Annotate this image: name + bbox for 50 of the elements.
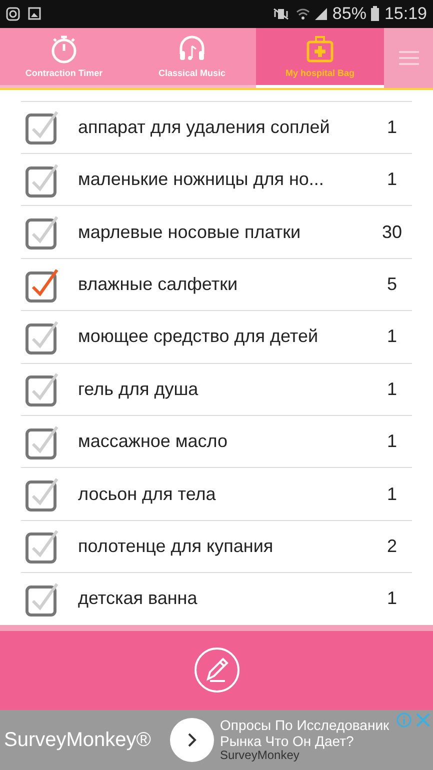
edit-button[interactable]	[194, 647, 240, 694]
item-name: лосьон для тела	[78, 484, 217, 505]
checkbox[interactable]	[25, 528, 61, 564]
stopwatch-icon	[50, 34, 78, 64]
item-quantity: 1	[386, 431, 398, 452]
checkbox[interactable]	[25, 162, 61, 198]
menu-icon	[398, 50, 418, 65]
item-quantity: 30	[380, 222, 404, 243]
checkbox[interactable]	[25, 214, 61, 250]
first-aid-kit-icon	[306, 34, 334, 64]
battery-icon	[371, 6, 380, 22]
item-name: марлевые носовые платки	[78, 222, 302, 243]
battery-percent: 85%	[332, 4, 366, 24]
ad-banner[interactable]: SurveyMonkey® Опросы По Исследованик Рынка Что Он Дает? SurveyMonkey	[0, 710, 433, 770]
chevron-right-icon	[187, 732, 197, 748]
tab[interactable]: My hospital Bag	[256, 28, 384, 88]
item-name: аппарат для удаления соплей	[78, 116, 331, 138]
item-quantity: 1	[386, 169, 398, 190]
checkbox[interactable]	[25, 109, 61, 146]
item-quantity: 1	[386, 588, 398, 610]
item-name: детская ванна	[78, 588, 198, 610]
item-name: влажные салфетки	[78, 274, 239, 296]
checkbox[interactable]	[25, 424, 61, 460]
clock: 15:19	[384, 4, 427, 24]
ad-advertiser: SurveyMonkey	[220, 749, 300, 764]
camera-icon	[6, 6, 20, 21]
item-name: моющее средство для детей	[78, 326, 320, 348]
item-name: массажное масло	[78, 431, 229, 452]
checkbox[interactable]	[25, 318, 61, 355]
checkbox[interactable]	[25, 371, 61, 408]
item-quantity: 1	[386, 116, 398, 138]
item-name: полотенце для купания	[78, 536, 274, 557]
ad-open-button[interactable]	[170, 718, 214, 762]
item-name: маленькие ножницы для но...	[78, 169, 325, 190]
signal-icon	[315, 8, 328, 20]
ad-headline: Рынка Что Он Дает?	[220, 733, 355, 750]
ad-headline: Опросы По Исследованик	[220, 717, 390, 734]
item-quantity: 1	[386, 326, 398, 348]
item-quantity: 2	[386, 536, 398, 557]
item-quantity: 1	[386, 484, 398, 505]
checkbox[interactable]	[25, 266, 61, 303]
item-name: гель для душа	[78, 378, 200, 400]
item-quantity: 5	[386, 274, 398, 296]
ad-brand: SurveyMonkey®	[4, 728, 152, 752]
wifi-icon	[296, 6, 310, 21]
checkbox[interactable]	[25, 476, 61, 512]
checkbox[interactable]	[25, 580, 61, 617]
pencil-icon	[194, 647, 240, 694]
image-icon	[28, 7, 41, 20]
item-quantity: 1	[386, 378, 398, 400]
